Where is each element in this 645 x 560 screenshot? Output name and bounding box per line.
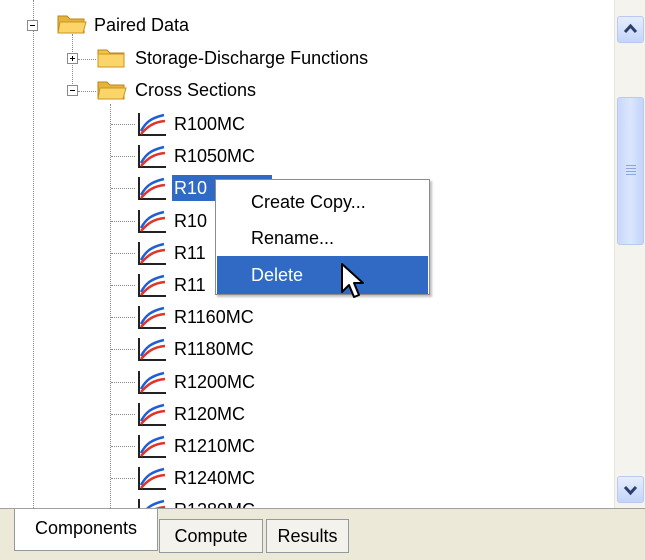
- cross-section-icon: [138, 113, 166, 136]
- scroll-down-button[interactable]: [617, 476, 644, 503]
- tree-guide-line: [33, 0, 34, 508]
- tab-results[interactable]: Results: [266, 519, 349, 553]
- vertical-scrollbar[interactable]: [614, 0, 645, 508]
- tree-guide-line: [111, 317, 135, 318]
- tree-guide-line: [111, 478, 135, 479]
- tree-guide-line: [111, 446, 135, 447]
- menu-item-delete[interactable]: Delete: [217, 256, 428, 294]
- tab-components[interactable]: Components: [14, 509, 158, 551]
- folder-icon: [97, 49, 125, 68]
- tree-node-paired-data[interactable]: Paired Data: [94, 12, 189, 38]
- tree-guide-line: [111, 253, 135, 254]
- folder-open-icon: [57, 15, 87, 34]
- tree-item-cross-section[interactable]: R10: [174, 208, 207, 234]
- cross-section-icon: [138, 210, 166, 233]
- tree-guide-line: [78, 91, 96, 92]
- tree-item-cross-section[interactable]: R11: [174, 240, 206, 266]
- chevron-down-icon: [623, 485, 638, 496]
- tree-item-cross-section[interactable]: R1210MC: [174, 433, 255, 459]
- scroll-up-button[interactable]: [617, 16, 644, 43]
- folder-open-icon: [97, 81, 127, 100]
- tree-item-cross-section[interactable]: R1180MC: [174, 336, 254, 362]
- tree-node-storage-discharge[interactable]: Storage-Discharge Functions: [135, 45, 368, 71]
- tree-guide-line: [111, 285, 135, 286]
- cross-section-icon: [138, 371, 166, 394]
- collapse-toggle[interactable]: [67, 85, 78, 96]
- cross-section-icon: [138, 177, 166, 200]
- tab-compute[interactable]: Compute: [159, 519, 263, 553]
- tree-guide-line: [111, 124, 135, 125]
- tree-item-cross-section[interactable]: R1240MC: [174, 465, 255, 491]
- tree-guide-line: [111, 156, 135, 157]
- tree-guide-line: [111, 414, 135, 415]
- menu-item-rename[interactable]: Rename...: [217, 219, 428, 257]
- cross-section-icon: [138, 306, 166, 329]
- tree-guide-line: [110, 104, 111, 508]
- cross-section-icon: [138, 242, 166, 265]
- tree-guide-line: [78, 59, 96, 60]
- tab-strip: Components Compute Results: [0, 508, 645, 560]
- context-menu: Create Copy... Rename... Delete: [215, 179, 430, 295]
- cross-section-icon: [138, 435, 166, 458]
- cross-section-icon: [138, 274, 166, 297]
- cross-section-icon: [138, 338, 166, 361]
- menu-item-create-copy[interactable]: Create Copy...: [217, 183, 428, 221]
- tree-item-cross-section[interactable]: R1280MC: [174, 497, 255, 508]
- tree-item-cross-section[interactable]: R1050MC: [174, 143, 255, 169]
- tree-item-cross-section[interactable]: R100MC: [174, 111, 245, 137]
- tree-guide-line: [111, 221, 135, 222]
- tree-item-cross-section[interactable]: R120MC: [174, 401, 245, 427]
- tree-guide-line: [111, 349, 135, 350]
- tree-guide-line: [111, 382, 135, 383]
- cross-section-icon: [138, 403, 166, 426]
- expand-toggle[interactable]: [67, 53, 78, 64]
- chevron-up-icon: [623, 23, 638, 34]
- cross-section-icon: [138, 499, 166, 508]
- tree-item-cross-section[interactable]: R1160MC: [174, 304, 254, 330]
- scroll-thumb[interactable]: [617, 97, 644, 245]
- collapse-toggle[interactable]: [27, 20, 38, 31]
- tree-guide-line: [111, 188, 135, 189]
- cross-section-icon: [138, 467, 166, 490]
- cross-section-icon: [138, 145, 166, 168]
- mouse-pointer-icon: [341, 263, 364, 298]
- tree-item-cross-section[interactable]: R11: [174, 272, 206, 298]
- tree-node-cross-sections[interactable]: Cross Sections: [135, 77, 256, 103]
- tree-item-cross-section[interactable]: R1200MC: [174, 369, 255, 395]
